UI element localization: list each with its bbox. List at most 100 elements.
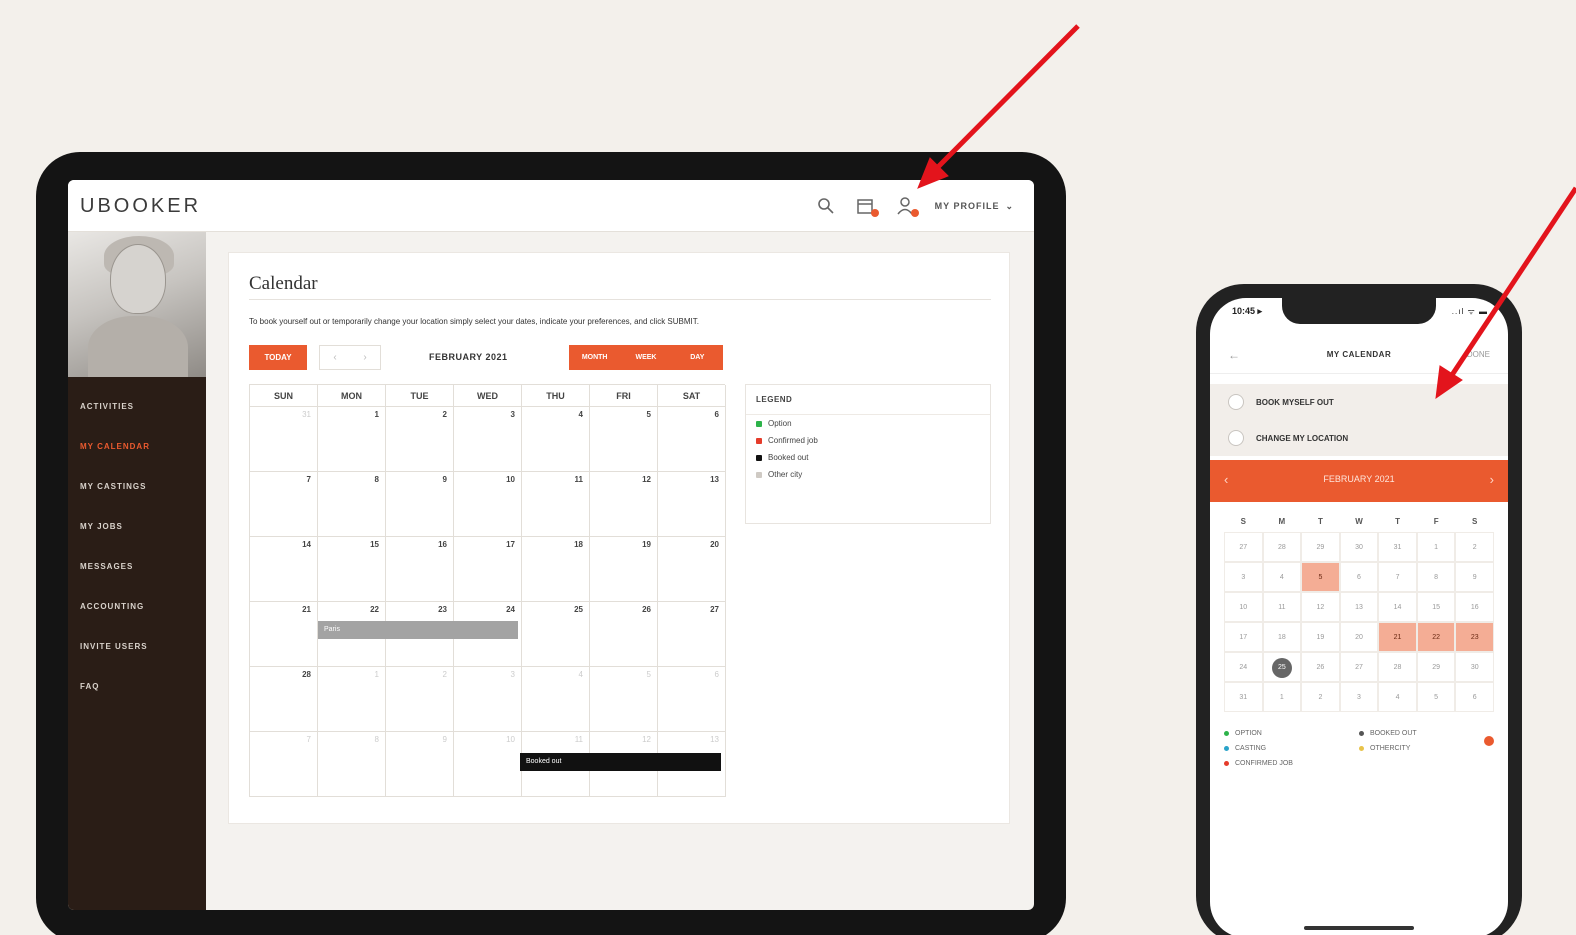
calendar-day-cell[interactable]: 30 (1455, 652, 1494, 682)
calendar-day-cell[interactable]: 9 (386, 732, 454, 797)
calendar-day-cell[interactable]: 31 (1378, 532, 1417, 562)
calendar-day-cell[interactable]: 28 (250, 667, 318, 732)
view-month-button[interactable]: MONTH (569, 345, 620, 370)
calendar-day-cell[interactable]: 5 (1416, 682, 1456, 712)
calendar-day-cell[interactable]: 6 (658, 407, 726, 472)
calendar-day-cell[interactable]: 4 (1378, 682, 1417, 712)
calendar-day-cell[interactable]: 31 (1224, 682, 1263, 712)
calendar-day-cell[interactable]: 17 (1224, 622, 1263, 652)
calendar-day-cell[interactable]: 6 (658, 667, 726, 732)
calendar-day-cell[interactable]: 27 (1224, 532, 1263, 562)
calendar-day-cell[interactable]: 19 (590, 537, 658, 602)
calendar-day-cell[interactable]: 4 (522, 667, 590, 732)
calendar-day-cell[interactable]: 3 (454, 667, 522, 732)
calendar-day-cell[interactable]: 28 (1378, 652, 1417, 682)
calendar-day-cell[interactable]: 17 (454, 537, 522, 602)
prev-month-button[interactable]: ‹ (320, 346, 350, 369)
calendar-day-cell[interactable]: 5 (590, 407, 658, 472)
calendar-day-cell[interactable]: 18 (522, 537, 590, 602)
calendar-day-cell[interactable]: 31 (250, 407, 318, 472)
calendar-day-cell[interactable]: 24 (1224, 652, 1263, 682)
next-month-button[interactable]: › (350, 346, 380, 369)
calendar-day-cell[interactable]: 4 (522, 407, 590, 472)
calendar-day-cell[interactable]: 5 (1301, 562, 1340, 592)
my-profile-menu[interactable]: MY PROFILE ⌄ (935, 201, 1014, 212)
calendar-day-cell[interactable]: 20 (658, 537, 726, 602)
calendar-day-cell[interactable]: 18 (1262, 622, 1302, 652)
calendar-day-cell[interactable]: 8 (1416, 562, 1456, 592)
calendar-day-cell[interactable]: 25 (522, 602, 590, 667)
sidebar-item-invite-users[interactable]: INVITE USERS (68, 637, 206, 677)
calendar-day-cell[interactable]: 10 (454, 732, 522, 797)
radio-button[interactable] (1228, 430, 1244, 446)
calendar-icon[interactable] (855, 196, 879, 217)
calendar-day-cell[interactable]: 29 (1416, 652, 1456, 682)
calendar-day-cell[interactable]: 3 (1339, 682, 1379, 712)
calendar-day-cell[interactable]: 3 (454, 407, 522, 472)
calendar-day-cell[interactable]: 1 (1416, 532, 1456, 562)
calendar-day-cell[interactable]: 20 (1339, 622, 1379, 652)
calendar-day-cell[interactable]: 16 (1455, 592, 1494, 622)
calendar-day-cell[interactable]: 14 (250, 537, 318, 602)
calendar-day-cell[interactable]: 10 (1224, 592, 1263, 622)
calendar-day-cell[interactable]: 2 (1301, 682, 1340, 712)
option-change-location[interactable]: CHANGE MY LOCATION (1210, 420, 1508, 456)
app-logo[interactable]: UBOOKER (80, 195, 201, 218)
option-book-out[interactable]: BOOK MYSELF OUT (1210, 384, 1508, 420)
calendar-day-cell[interactable]: 29 (1301, 532, 1340, 562)
calendar-day-cell[interactable]: 6 (1455, 682, 1494, 712)
calendar-day-cell[interactable]: 27 (1339, 652, 1379, 682)
calendar-day-cell[interactable]: 19 (1301, 622, 1340, 652)
search-icon[interactable] (815, 196, 837, 216)
sidebar-item-my-castings[interactable]: MY CASTINGS (68, 477, 206, 517)
profile-alert-icon[interactable] (895, 196, 919, 217)
calendar-day-cell[interactable]: 7 (250, 732, 318, 797)
calendar-day-cell[interactable]: 2 (1455, 532, 1494, 562)
sidebar-item-my-jobs[interactable]: MY JOBS (68, 517, 206, 557)
calendar-day-cell[interactable]: 13 (1339, 592, 1379, 622)
calendar-day-cell[interactable]: 27 (658, 602, 726, 667)
calendar-day-cell[interactable]: 22 (1416, 622, 1456, 652)
sidebar-item-activities[interactable]: ACTIVITIES (68, 397, 206, 437)
sidebar-item-faq[interactable]: FAQ (68, 677, 206, 717)
calendar-day-cell[interactable]: 7 (250, 472, 318, 537)
calendar-day-cell[interactable]: 15 (1416, 592, 1456, 622)
calendar-day-cell[interactable]: 21 (1378, 622, 1417, 652)
calendar-day-cell[interactable]: 8 (318, 732, 386, 797)
calendar-day-cell[interactable]: 8 (318, 472, 386, 537)
calendar-day-cell[interactable]: 13 (658, 472, 726, 537)
sidebar-item-my-calendar[interactable]: MY CALENDAR (68, 437, 206, 477)
calendar-day-cell[interactable]: 5 (590, 667, 658, 732)
done-button[interactable]: DONE (1467, 350, 1490, 359)
calendar-day-cell[interactable]: 26 (1301, 652, 1340, 682)
calendar-day-cell[interactable]: 10 (454, 472, 522, 537)
calendar-day-cell[interactable]: 12 (590, 472, 658, 537)
calendar-day-cell[interactable]: 2 (386, 667, 454, 732)
radio-button[interactable] (1228, 394, 1244, 410)
calendar-day-cell[interactable]: 30 (1339, 532, 1379, 562)
calendar-day-cell[interactable]: 11 (1262, 592, 1302, 622)
calendar-day-cell[interactable]: 1 (318, 667, 386, 732)
calendar-day-cell[interactable]: 15 (318, 537, 386, 602)
calendar-day-cell[interactable]: 26 (590, 602, 658, 667)
calendar-day-cell[interactable]: 6 (1339, 562, 1379, 592)
calendar-day-cell[interactable]: 1 (1262, 682, 1302, 712)
view-day-button[interactable]: DAY (672, 345, 723, 370)
next-month-button[interactable]: › (1490, 472, 1494, 487)
calendar-day-cell[interactable]: 7 (1378, 562, 1417, 592)
event-booked-out[interactable]: Booked out (520, 753, 721, 771)
sidebar-item-accounting[interactable]: ACCOUNTING (68, 597, 206, 637)
action-dot-button[interactable] (1484, 736, 1494, 746)
calendar-day-cell[interactable]: 11 (522, 472, 590, 537)
calendar-day-cell[interactable]: 14 (1378, 592, 1417, 622)
calendar-day-cell[interactable]: 12 (1301, 592, 1340, 622)
calendar-day-cell[interactable]: 21 (250, 602, 318, 667)
calendar-day-cell[interactable]: 2 (386, 407, 454, 472)
calendar-day-cell[interactable]: 3 (1224, 562, 1263, 592)
event-other-city[interactable]: Paris (318, 621, 518, 639)
calendar-day-cell[interactable]: 1 (318, 407, 386, 472)
calendar-day-cell[interactable]: 9 (1455, 562, 1494, 592)
sidebar-item-messages[interactable]: MESSAGES (68, 557, 206, 597)
calendar-day-cell[interactable]: 25 (1262, 652, 1302, 682)
calendar-day-cell[interactable]: 4 (1262, 562, 1302, 592)
